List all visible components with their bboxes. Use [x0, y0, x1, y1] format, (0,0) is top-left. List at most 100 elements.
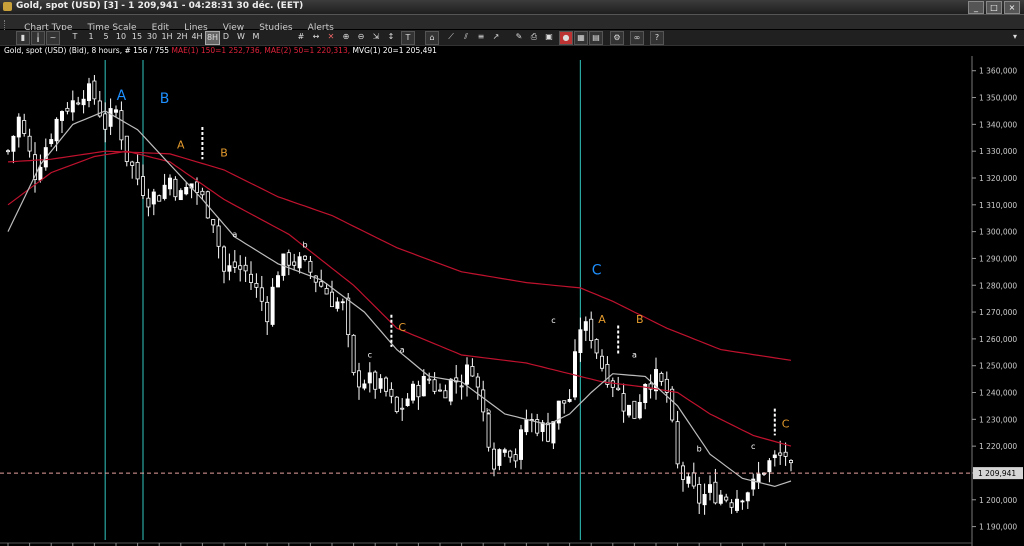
timeframe-t[interactable]: T [70, 31, 80, 43]
candle-body [60, 111, 65, 121]
timeframe-m[interactable]: M [251, 31, 261, 43]
candlestick-chart-icon[interactable]: ▮ [16, 31, 30, 45]
app-logo-icon [3, 2, 12, 11]
timeframe-30[interactable]: 30 [145, 31, 159, 43]
wave-label: c [368, 351, 372, 360]
candle-body [600, 355, 605, 369]
candle-body [756, 473, 761, 483]
mvg-20-legend: MVG(1) 20=1 205,491 [352, 46, 437, 55]
pencil-icon[interactable]: ✎ [514, 31, 524, 43]
wave-label: C [592, 263, 602, 279]
candle-body [637, 401, 642, 419]
minimize-button[interactable]: _ [968, 1, 984, 14]
price-tick-label: 1 280,000 [979, 281, 1017, 290]
pan-icon[interactable]: ↕ [386, 31, 396, 43]
wave-label: a [632, 351, 637, 360]
price-tick-label: 1 330,000 [979, 147, 1017, 156]
candle-body [351, 334, 356, 374]
wave-label: A [598, 313, 606, 326]
timeframe-w[interactable]: W [236, 31, 246, 43]
fibonacci-icon[interactable]: ≡ [476, 31, 486, 43]
candle-body [124, 135, 129, 162]
candle-body [200, 190, 205, 196]
candle-body [562, 400, 567, 404]
timeframe-10[interactable]: 10 [114, 31, 128, 43]
candle-body [259, 287, 264, 302]
timeframe-5[interactable]: 5 [101, 31, 111, 43]
candle-body [767, 460, 772, 473]
candle-body [583, 321, 588, 331]
candle-body [151, 191, 156, 205]
print-icon[interactable]: ⎙ [529, 31, 539, 43]
mvg-20-line [7, 110, 792, 488]
candle-body [87, 83, 92, 102]
candle-body [400, 407, 405, 410]
candle-body [459, 385, 464, 388]
wave-label: B [160, 91, 170, 107]
candle-body [659, 372, 664, 382]
settings-icon[interactable]: ⚙ [610, 31, 624, 45]
timeframe-d[interactable]: D [221, 31, 231, 43]
timeframe-2h[interactable]: 2H [175, 31, 189, 43]
close-button[interactable]: × [1004, 1, 1020, 14]
crosshair-icon[interactable]: # [296, 31, 306, 43]
candle-body [135, 162, 140, 180]
candle-body [49, 139, 54, 145]
candle-body [194, 181, 199, 193]
candle-body [389, 388, 394, 397]
candle-body [373, 371, 378, 390]
layout-icon[interactable]: ▤ [589, 31, 603, 45]
candle-body [437, 389, 442, 392]
arrow-icon[interactable]: ↗ [491, 31, 501, 43]
maximize-button[interactable]: □ [986, 1, 1002, 14]
text-tool-icon[interactable]: T [401, 31, 415, 45]
candle-body [65, 107, 70, 112]
candle-body [594, 339, 599, 354]
candle-body [297, 256, 302, 269]
timeframe-4h[interactable]: 4H [190, 31, 204, 43]
candle-body [70, 100, 75, 113]
candle-body [789, 459, 794, 464]
candle-body [167, 177, 172, 190]
price-tick-label: 1 350,000 [979, 94, 1017, 103]
timeframe-15[interactable]: 15 [130, 31, 144, 43]
candle-body [772, 454, 777, 459]
timeframe-1h[interactable]: 1H [160, 31, 174, 43]
dropdown-icon[interactable]: ▾ [1010, 31, 1020, 43]
candle-body [103, 113, 108, 130]
channel-icon[interactable]: ⫽ [461, 31, 471, 43]
window-title: Gold, spot (USD) [3] - 1 209,941 - 04:28… [16, 1, 304, 11]
candle-body [486, 413, 491, 448]
price-tick-label: 1 240,000 [979, 389, 1017, 398]
candle-body [238, 265, 243, 270]
candle-body [697, 483, 702, 504]
candle-body [616, 387, 621, 391]
candle-body [567, 399, 572, 402]
timeframe-1[interactable]: 1 [86, 31, 96, 43]
timeframe-8h[interactable]: 8H [205, 31, 220, 45]
candle-body [324, 288, 329, 295]
record-icon[interactable]: ● [559, 31, 573, 45]
bar-chart-icon[interactable]: ╽ [31, 31, 45, 45]
candle-body [632, 400, 637, 419]
wave-label: C [398, 321, 406, 334]
line-chart-icon[interactable]: ~ [46, 31, 60, 45]
save-icon[interactable]: ▣ [544, 31, 554, 43]
help-icon[interactable]: ? [650, 31, 664, 45]
scroll-icon[interactable]: ↔ [311, 31, 321, 43]
delete-drawing-icon[interactable]: ✕ [326, 31, 336, 43]
candle-body [308, 260, 313, 273]
fit-icon[interactable]: ⇲ [371, 31, 381, 43]
zoom-in-icon[interactable]: ⊕ [341, 31, 351, 43]
price-chart[interactable]: 1 360,000 1 350,000 1 340,000 1 330,000 1 32… [0, 56, 1024, 546]
candle-body [292, 261, 297, 266]
price-tick-label: 1 200,000 [979, 496, 1017, 505]
candle-body [162, 184, 167, 199]
candle-body [340, 301, 345, 304]
grid-icon[interactable]: ▦ [574, 31, 588, 45]
candle-body [464, 364, 469, 385]
trendline-icon[interactable]: ⟋ [446, 31, 456, 43]
zoom-out-icon[interactable]: ⊖ [356, 31, 366, 43]
link-icon[interactable]: ∞ [630, 31, 644, 45]
bookmark-icon[interactable]: ⌂ [425, 31, 439, 45]
